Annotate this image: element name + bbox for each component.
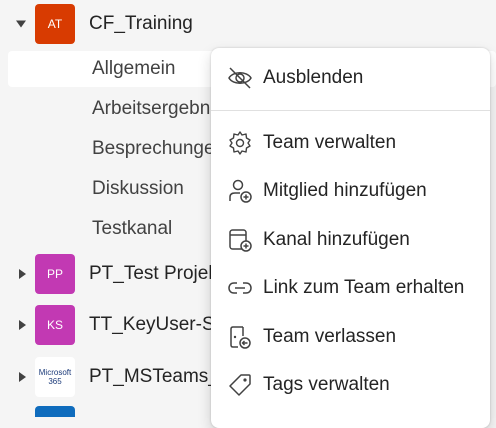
team-name: PT_Test Projekt: [89, 263, 224, 284]
menu-item-label: Ausblenden: [263, 67, 364, 88]
avatar-initials: KS: [46, 318, 63, 332]
channel-label: Diskussion: [92, 178, 184, 199]
menu-item-team-verlassen[interactable]: Team verlassen: [211, 315, 490, 359]
menu-item-label: Kanal hinzufügen: [263, 229, 410, 250]
channel-label: Testkanal: [92, 218, 173, 239]
menu-item-label: Team verwalten: [263, 132, 397, 153]
chevron-right-icon[interactable]: [19, 269, 26, 279]
team-context-menu: Ausblenden Team verwalten Mitglied hinzu…: [211, 48, 490, 428]
chevron-right-icon[interactable]: [19, 320, 26, 330]
menu-item-tags-verwalten[interactable]: Tags verwalten: [211, 363, 490, 407]
chevron-right-icon[interactable]: [19, 372, 26, 382]
menu-divider: [211, 110, 490, 111]
tag-icon: [229, 374, 251, 396]
channel-label: Allgemein: [92, 58, 176, 79]
channel-label: Besprechungen: [92, 138, 226, 159]
avatar-initials: AT: [47, 17, 63, 31]
logo-text-line2: 365: [48, 377, 62, 386]
menu-item-kanal-hinzufuegen[interactable]: Kanal hinzufügen: [211, 218, 490, 262]
team-name: TT_KeyUser-Sp: [89, 314, 226, 335]
team-name: PT_MSTeams_: [89, 366, 219, 387]
menu-item-link-zum-team[interactable]: Link zum Team erhalten: [211, 266, 490, 310]
team-avatar-partial: [35, 406, 75, 417]
team-avatar: KS: [35, 305, 75, 345]
team-row-cf-training[interactable]: AT CF_Training: [0, 0, 496, 48]
leave-icon: [230, 326, 251, 349]
person-add-icon: [229, 179, 252, 203]
gear-icon: [229, 131, 251, 155]
menu-item-mitglied-hinzufuegen[interactable]: Mitglied hinzufügen: [211, 169, 490, 213]
team-avatar: PP: [35, 254, 75, 294]
chevron-down-icon[interactable]: [16, 20, 26, 28]
link-icon: [228, 282, 252, 294]
menu-item-label: Tags verwalten: [263, 374, 390, 395]
microsoft-365-logo: Microsoft 365: [35, 357, 75, 397]
menu-item-label: Team verlassen: [263, 326, 397, 347]
eye-off-icon: [228, 67, 252, 89]
logo-text-line1: Microsoft: [38, 368, 72, 377]
menu-item-ausblenden[interactable]: Ausblenden: [211, 56, 490, 100]
avatar-initials: PP: [46, 267, 63, 281]
team-avatar: AT: [35, 4, 75, 44]
menu-item-label: Link zum Team erhalten: [263, 277, 465, 298]
team-name: CF_Training: [89, 13, 193, 34]
menu-item-label: Mitglied hinzufügen: [263, 180, 427, 201]
channel-add-icon: [229, 229, 252, 252]
menu-item-team-verwalten[interactable]: Team verwalten: [211, 121, 490, 165]
